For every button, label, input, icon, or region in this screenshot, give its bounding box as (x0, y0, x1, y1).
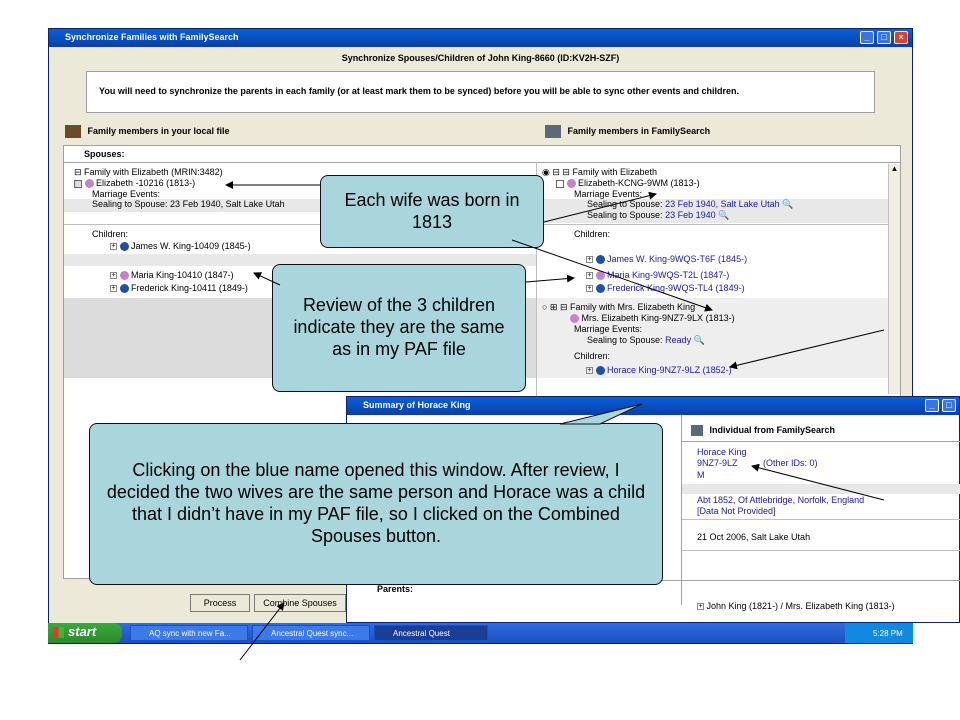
arrow (525, 274, 575, 283)
arrow (543, 191, 657, 223)
arrow (253, 272, 281, 286)
annotation-arrows (225, 181, 885, 661)
arrow (729, 329, 885, 370)
arrow (239, 602, 285, 661)
arrow (511, 239, 713, 312)
arrow (751, 463, 885, 501)
callout-pointer (559, 403, 643, 425)
